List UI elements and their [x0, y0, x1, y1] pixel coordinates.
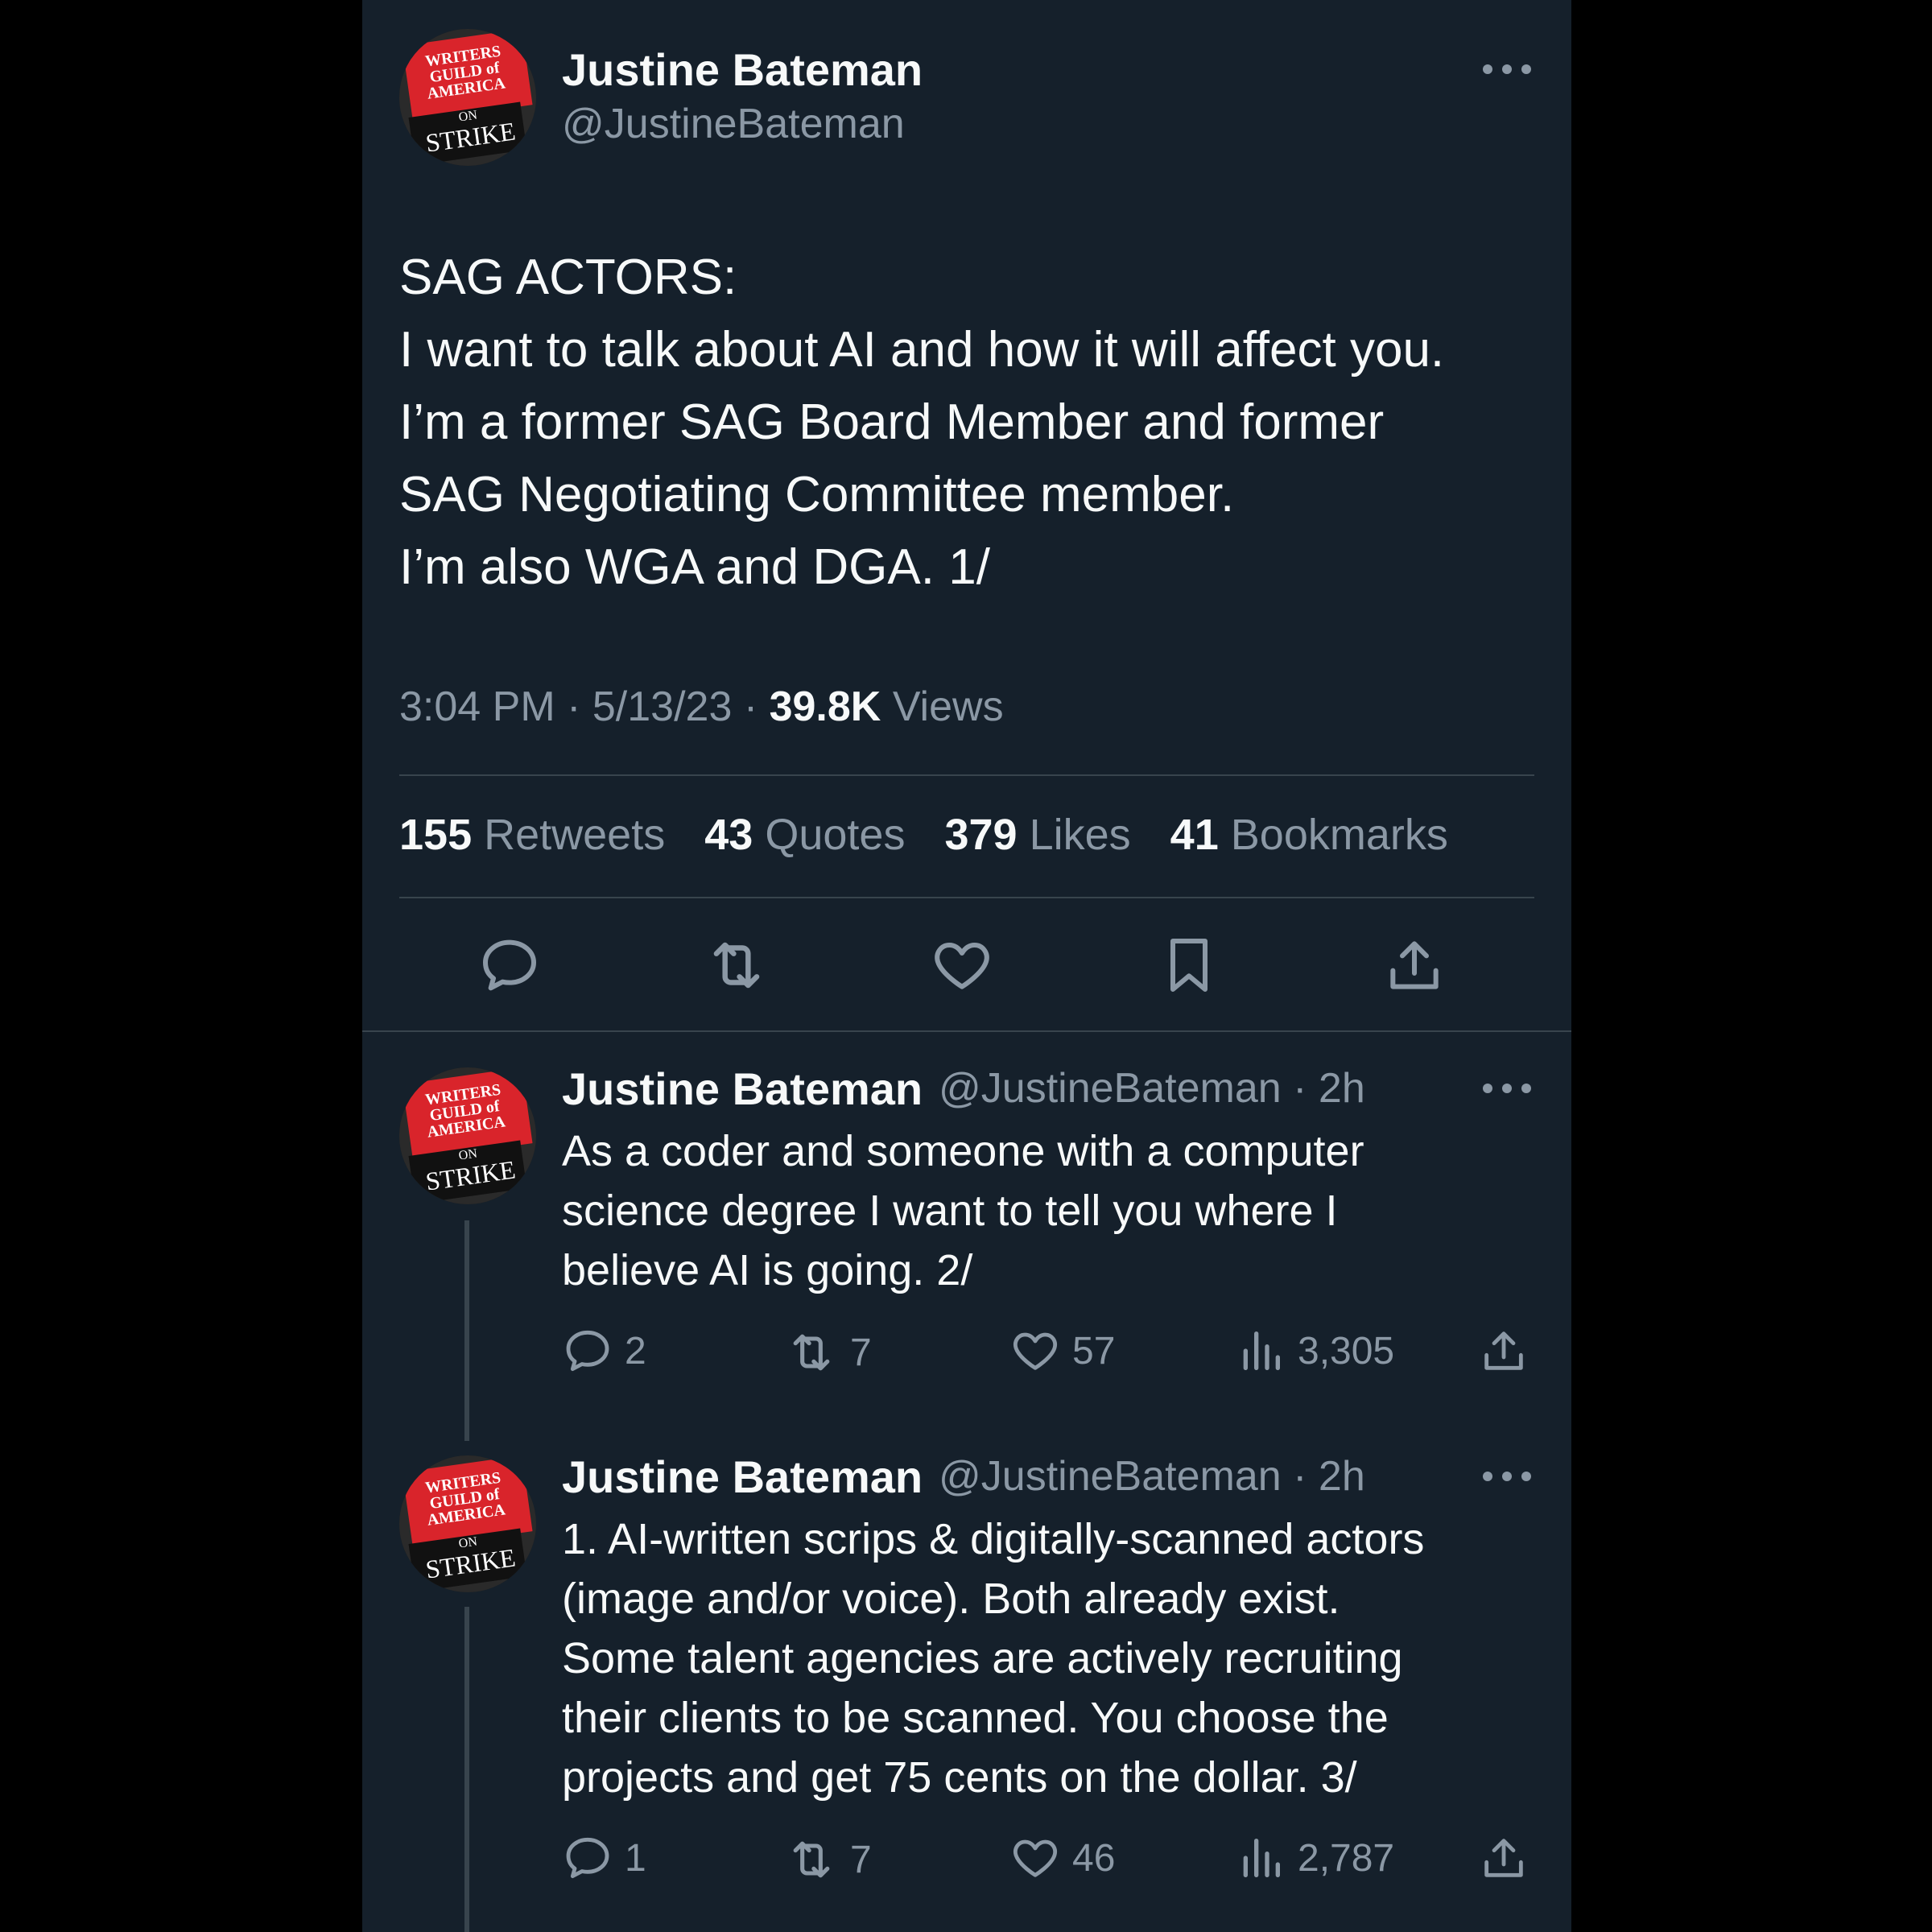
separator-dot: · — [567, 683, 592, 730]
thread-connector — [464, 1607, 469, 1932]
views-count: 3,305 — [1298, 1329, 1395, 1373]
retweets-stat[interactable]: 155 Retweets — [399, 811, 665, 859]
reply-text: 1. AI-written scrips & digitally-scanned… — [562, 1509, 1544, 1807]
views-chart-icon — [1243, 1839, 1280, 1877]
views-chart-icon — [1243, 1331, 1280, 1370]
views-count: 2,787 — [1298, 1836, 1395, 1880]
share-icon — [1390, 941, 1439, 989]
reply-count: 1 — [625, 1836, 646, 1880]
reply-text: As a coder and someone with a computer s… — [562, 1121, 1544, 1300]
share-button[interactable] — [1478, 1832, 1541, 1884]
retweet-button[interactable] — [700, 929, 773, 1001]
share-icon — [1484, 1839, 1523, 1877]
reply-text-line: (image and/or voice). Both already exist… — [562, 1575, 1340, 1623]
avatar[interactable]: WRITERS GUILD of AMERICA ON STRIKE — [399, 29, 536, 166]
bookmark-button[interactable] — [1153, 929, 1225, 1001]
share-button[interactable] — [1478, 1325, 1541, 1377]
reply-count-button[interactable]: 1 — [562, 1832, 646, 1884]
reply-text-line: projects and get 75 cents on the dollar.… — [562, 1753, 1357, 1802]
divider — [399, 774, 1534, 776]
reply-count: 2 — [625, 1329, 646, 1373]
views-label: Views — [892, 683, 1004, 730]
tweet-text-line: SAG Negotiating Committee member. — [399, 467, 1235, 522]
heart-icon — [935, 943, 989, 989]
views-count: 39.8K — [769, 683, 881, 730]
reply-icon — [566, 1837, 609, 1879]
author-name[interactable]: Justine Bateman — [562, 43, 923, 96]
tweet-text-line: I want to talk about AI and how it will … — [399, 322, 1445, 378]
divider — [362, 1030, 1571, 1032]
reply-button[interactable] — [473, 929, 546, 1001]
reply-text-line: Some talent agencies are actively recrui… — [562, 1634, 1403, 1682]
tweet-thread-panel: WRITERS GUILD of AMERICA ON STRIKE Justi… — [362, 0, 1571, 1932]
like-count-button[interactable]: 57 — [1009, 1325, 1115, 1377]
reply-text-line: 1. AI-written scrips & digitally-scanned… — [562, 1515, 1425, 1563]
avatar[interactable]: WRITERS GUILD of AMERICA ON STRIKE — [399, 1455, 536, 1592]
reply-author-name[interactable]: Justine Bateman — [562, 1451, 923, 1503]
reply-text-line: their clients to be scanned. You choose … — [562, 1694, 1389, 1742]
thread-connector — [464, 1220, 469, 1441]
retweet-icon — [793, 1841, 830, 1878]
reply-author-name[interactable]: Justine Bateman — [562, 1063, 923, 1115]
reply-text-line: science degree I want to tell you where … — [562, 1187, 1338, 1235]
separator-dot: · — [743, 683, 770, 730]
tweet-text: SAG ACTORS: I want to talk about AI and … — [399, 242, 1542, 604]
heart-icon — [1013, 1839, 1057, 1877]
tweet-text-line: SAG ACTORS: — [399, 250, 737, 305]
like-count: 46 — [1072, 1836, 1116, 1880]
likes-stat[interactable]: 379 Likes — [944, 811, 1130, 859]
reply-author-handle[interactable]: @JustineBateman · 2h — [939, 1064, 1365, 1113]
retweet-icon — [793, 1334, 830, 1371]
like-count: 57 — [1072, 1329, 1116, 1373]
reply-icon — [483, 939, 536, 991]
engagement-stats: 155 Retweets 43 Quotes 379 Likes 41 Book… — [399, 810, 1476, 860]
views-count-button[interactable]: 2,787 — [1235, 1832, 1394, 1884]
tweet-date[interactable]: 5/13/23 — [592, 683, 733, 730]
retweet-count-button[interactable]: 7 — [784, 1832, 872, 1887]
views-count-button[interactable]: 3,305 — [1235, 1325, 1394, 1377]
quotes-stat[interactable]: 43 Quotes — [704, 811, 905, 859]
reply-count-button[interactable]: 2 — [562, 1325, 646, 1377]
more-options-icon[interactable] — [1483, 1072, 1531, 1104]
share-button[interactable] — [1378, 929, 1451, 1001]
reply-text-line: believe AI is going. 2/ — [562, 1246, 973, 1294]
reply-author-handle[interactable]: @JustineBateman · 2h — [939, 1452, 1365, 1501]
tweet-text-line: I’m also WGA and DGA. 1/ — [399, 539, 990, 595]
avatar[interactable]: WRITERS GUILD of AMERICA ON STRIKE — [399, 1067, 536, 1204]
more-options-icon[interactable] — [1483, 53, 1531, 85]
tweet-meta: 3:04 PM · 5/13/23 · 39.8K Views — [399, 683, 1004, 731]
retweet-count-button[interactable]: 7 — [784, 1325, 872, 1380]
divider — [399, 897, 1534, 898]
like-button[interactable] — [926, 929, 998, 1001]
retweet-icon — [713, 942, 760, 989]
retweet-count: 7 — [850, 1838, 872, 1881]
reply-icon — [566, 1330, 609, 1372]
bookmarks-stat[interactable]: 41 Bookmarks — [1170, 811, 1448, 859]
tweet-text-line: I’m a former SAG Board Member and former — [399, 394, 1385, 450]
retweet-count: 7 — [850, 1331, 872, 1374]
heart-icon — [1013, 1332, 1057, 1370]
bookmark-icon — [1170, 939, 1208, 992]
tweet-time[interactable]: 3:04 PM — [399, 683, 555, 730]
like-count-button[interactable]: 46 — [1009, 1832, 1115, 1884]
reply-text-line: As a coder and someone with a computer — [562, 1127, 1364, 1175]
more-options-icon[interactable] — [1483, 1460, 1531, 1492]
share-icon — [1484, 1331, 1523, 1370]
author-handle[interactable]: @JustineBateman — [562, 100, 905, 148]
